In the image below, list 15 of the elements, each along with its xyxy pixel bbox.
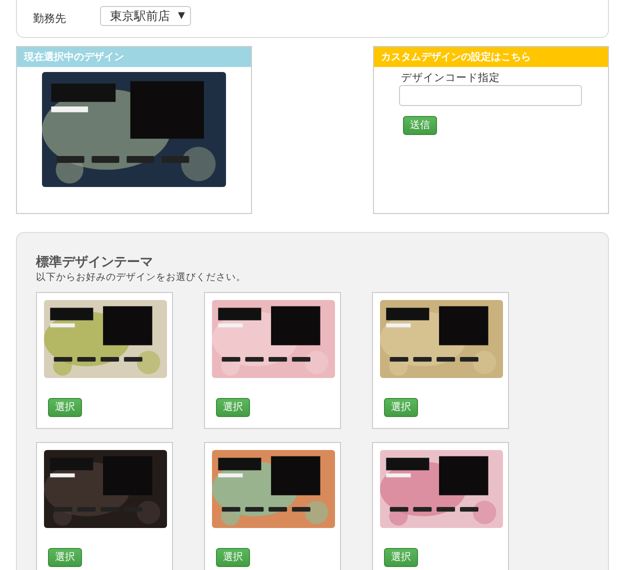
panel-title: カスタムデザインの設定はこちら — [374, 47, 608, 67]
section-title: 標準デザインテーマ — [36, 254, 154, 271]
submit-button[interactable]: 送信 — [403, 116, 437, 134]
design-code-field[interactable] — [399, 85, 582, 106]
select-button[interactable]: 選択 — [384, 548, 418, 566]
field-label: デザインコード指定 — [401, 71, 501, 85]
select-button[interactable]: 選択 — [384, 398, 418, 416]
panel-title: 現在選択中のデザイン — [17, 47, 251, 67]
section-subtitle: 以下からお好みのデザインをお選びください。 — [36, 271, 247, 284]
select-button[interactable]: 選択 — [216, 548, 250, 566]
select-button[interactable]: 選択 — [48, 398, 82, 416]
workplace-select[interactable]: 東京駅前店 ▼ — [100, 6, 191, 26]
select-button[interactable]: 選択 — [216, 398, 250, 416]
workplace-label: 勤務先 — [33, 11, 66, 26]
select-button[interactable]: 選択 — [48, 548, 82, 566]
